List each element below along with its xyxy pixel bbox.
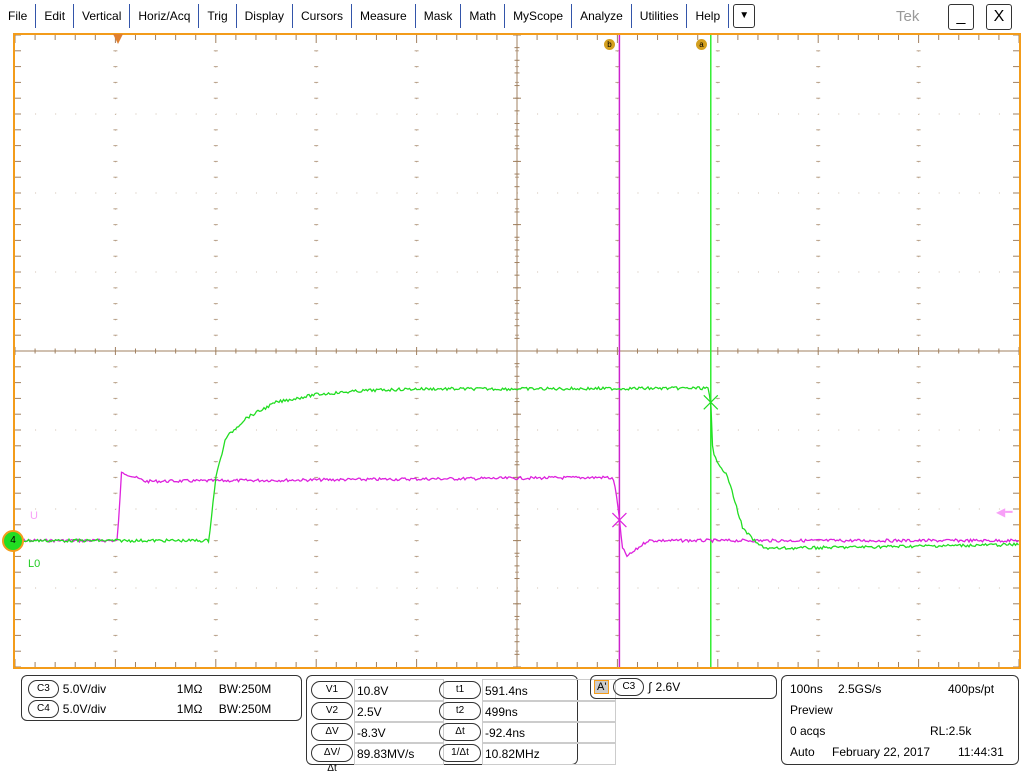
acquisition-panel[interactable]: 100ns 2.5GS/s 400ps/pt Preview 0 acqs RL…	[781, 675, 1019, 765]
trigger-mode: A'	[594, 680, 609, 694]
menu-help[interactable]: Help	[687, 4, 729, 28]
waveform-display[interactable]	[13, 33, 1021, 669]
channel-bandwidth: BW:250M	[219, 702, 271, 716]
menu-file[interactable]: File	[0, 4, 36, 28]
sample-rate: 2.5GS/s	[838, 682, 881, 696]
cursor-value: 499ns	[482, 700, 616, 723]
trigger-panel[interactable]: A' C3 ∫ 2.6V	[590, 675, 777, 699]
cursor-readout-row: V1	[311, 681, 353, 699]
channel-scale: 5.0V/div	[63, 702, 173, 716]
menu-math[interactable]: Math	[461, 4, 505, 28]
cursor-readout-panel: V110.8VV22.5VΔV-8.3VΔV/Δt89.83MV/st1591.…	[306, 675, 578, 765]
cursor-value: 10.8V	[354, 679, 444, 702]
channel-badge[interactable]: C3	[28, 680, 59, 698]
channel-settings-panel[interactable]: C3 5.0V/div 1MΩ BW:250M C4 5.0V/div 1MΩ BW:250M	[21, 675, 302, 721]
menu-dropdown-button[interactable]: ▼	[733, 4, 755, 28]
menu-cursors[interactable]: Cursors	[293, 4, 352, 28]
trigger-slope-icon: ∫	[648, 680, 651, 694]
cursor-label: V1	[311, 681, 353, 699]
trigger-source: C3	[613, 678, 644, 696]
cursor-b-handle[interactable]: b	[604, 39, 615, 50]
channel-impedance: 1MΩ	[177, 682, 215, 696]
cursor-readout-row: 1/Δt	[439, 744, 481, 762]
menu-vertical[interactable]: Vertical	[74, 4, 130, 28]
cursor-label: ΔV/Δt	[311, 744, 353, 762]
cursor-readout-row: ΔV	[311, 723, 353, 741]
trigger-position-icon[interactable]	[113, 34, 123, 44]
channel-scale: 5.0V/div	[63, 682, 173, 696]
trigger-level: 2.6V	[656, 680, 681, 694]
channel-impedance: 1MΩ	[177, 702, 215, 716]
acq-state: Preview	[790, 703, 833, 717]
menu-bar: FileEditVerticalHoriz/AcqTrigDisplayCurs…	[0, 0, 1024, 32]
cursor-readout-row: Δt	[439, 723, 481, 741]
cursor-value: 2.5V	[354, 700, 444, 723]
date: February 22, 2017	[832, 745, 930, 759]
menu-edit[interactable]: Edit	[36, 4, 74, 28]
cursor-a-handle[interactable]: a	[696, 39, 707, 50]
cursor-label: t2	[439, 702, 481, 720]
cursor-readout-row: t2	[439, 702, 481, 720]
menu-display[interactable]: Display	[237, 4, 293, 28]
channel-badge[interactable]: C4	[28, 700, 59, 718]
menu-myscope[interactable]: MyScope	[505, 4, 572, 28]
channel-ground-marker[interactable]: 4	[2, 530, 24, 552]
cursor-label: ΔV	[311, 723, 353, 741]
time: 11:44:31	[958, 745, 1004, 759]
menu-analyze[interactable]: Analyze	[572, 4, 632, 28]
record-length: RL:2.5k	[930, 724, 971, 738]
upper-limit-label: U	[30, 510, 38, 522]
cursor-label: V2	[311, 702, 353, 720]
cursor-value: 10.82MHz	[482, 742, 616, 765]
cursor-readout-row: t1	[439, 681, 481, 699]
cursor-readout-row: ΔV/Δt	[311, 744, 353, 762]
menu-mask[interactable]: Mask	[416, 4, 462, 28]
cursor-value: -92.4ns	[482, 721, 616, 744]
minimize-button[interactable]: _	[948, 4, 974, 30]
cursor-value: -8.3V	[354, 721, 444, 744]
cursor-readout-row: V2	[311, 702, 353, 720]
menu-trig[interactable]: Trig	[199, 4, 236, 28]
cursor-value: 89.83MV/s	[354, 742, 444, 765]
menu-utilities[interactable]: Utilities	[632, 4, 688, 28]
menu-measure[interactable]: Measure	[352, 4, 416, 28]
trigger-mode-auto: Auto	[790, 745, 815, 759]
menu-horizacq[interactable]: Horiz/Acq	[130, 4, 199, 28]
cursor-label: 1/Δt	[439, 744, 481, 762]
cursor-label: Δt	[439, 723, 481, 741]
tek-logo: Tek	[896, 8, 919, 25]
close-button[interactable]: X	[986, 4, 1012, 30]
resolution: 400ps/pt	[948, 682, 994, 696]
lower-limit-label: L0	[28, 558, 40, 570]
cursor-label: t1	[439, 681, 481, 699]
trigger-level-arrow-icon: ◀━	[996, 505, 1012, 519]
acq-count: 0 acqs	[790, 724, 825, 738]
graticule	[15, 35, 1019, 667]
channel-bandwidth: BW:250M	[219, 682, 271, 696]
timebase: 100ns	[790, 682, 823, 696]
